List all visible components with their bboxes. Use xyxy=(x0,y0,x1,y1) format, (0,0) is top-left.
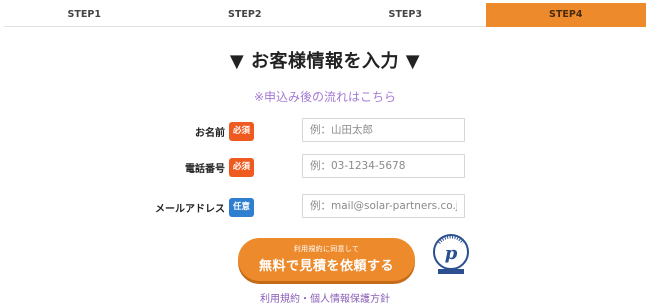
privacy-mark-icon: p xyxy=(433,234,469,274)
required-badge: 必須 xyxy=(228,157,254,177)
email-label: メールアドレス xyxy=(154,203,225,215)
phone-label-group: 電話番号 必須 xyxy=(185,154,254,180)
terms-privacy-link[interactable]: 利用規約・個人情報保護方針 xyxy=(0,290,650,305)
section-heading: ▼ お客様情報を入力 ▼ xyxy=(229,51,421,72)
optional-badge: 任意 xyxy=(228,197,254,217)
required-badge: 必須 xyxy=(228,121,254,141)
step-2: STEP2 xyxy=(164,3,325,27)
name-input[interactable] xyxy=(302,118,465,142)
name-label: お名前 xyxy=(194,127,225,139)
step-3: STEP3 xyxy=(325,3,486,27)
submit-quote-button[interactable]: 利用規約に同意して 無料で見積を依頼する xyxy=(238,238,415,281)
svg-text:p: p xyxy=(445,243,458,264)
process-flow-link[interactable]: ※申込み後の流れはこちら xyxy=(0,88,650,105)
name-row: お名前 必須 xyxy=(0,118,650,144)
name-label-group: お名前 必須 xyxy=(195,118,254,144)
cta-label: 無料で見積を依頼する xyxy=(258,259,394,274)
phone-row: 電話番号 必須 xyxy=(0,154,650,180)
phone-input[interactable] xyxy=(302,154,465,178)
cta-subtext: 利用規約に同意して xyxy=(293,245,360,253)
email-input[interactable] xyxy=(302,194,465,218)
email-label-group: メールアドレス 任意 xyxy=(155,194,254,220)
email-row: メールアドレス 任意 xyxy=(0,194,650,220)
phone-label: 電話番号 xyxy=(184,163,225,175)
step-progress-bar: STEP1 STEP2 STEP3 STEP4 xyxy=(4,3,646,27)
step-1: STEP1 xyxy=(4,3,165,27)
step-4-current: STEP4 xyxy=(485,3,646,27)
